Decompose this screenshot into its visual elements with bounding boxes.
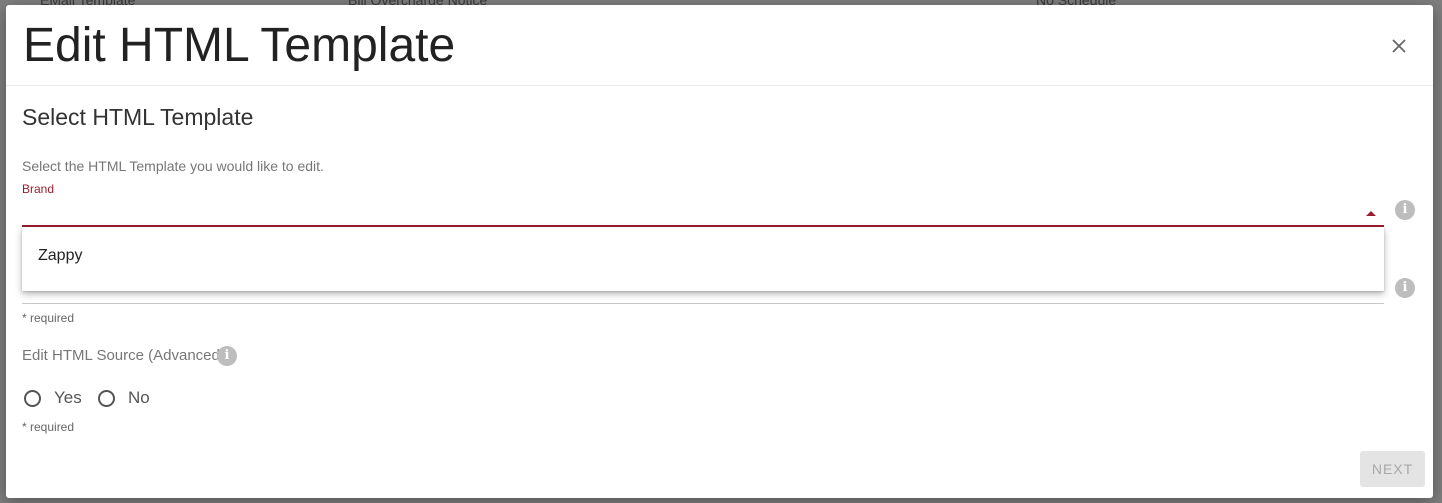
brand-option-zappy[interactable]: Zappy — [22, 241, 1384, 271]
next-button[interactable]: NEXT — [1360, 451, 1425, 487]
required-hint: * required — [22, 311, 75, 325]
radio-no[interactable]: No — [98, 387, 158, 413]
brand-select[interactable] — [22, 199, 1384, 227]
brand-field-label: Brand — [22, 182, 55, 196]
close-icon[interactable] — [1386, 33, 1412, 59]
caret-up-icon — [1366, 211, 1376, 216]
section-title: Select HTML Template — [22, 104, 254, 130]
template-select[interactable] — [22, 303, 1384, 304]
edit-template-dialog: Edit HTML Template Select HTML Template … — [6, 5, 1433, 498]
brand-dropdown-menu: Zappy — [22, 227, 1384, 291]
radio-no-label: No — [128, 388, 150, 407]
info-icon[interactable]: i — [217, 346, 237, 366]
radio-yes-label: Yes — [54, 388, 82, 407]
info-icon[interactable]: i — [1395, 200, 1415, 220]
required-hint: * required — [22, 420, 75, 434]
advanced-edit-label: Edit HTML Source (Advanced) — [22, 347, 225, 364]
radio-circle-icon — [24, 390, 41, 407]
dialog-header: Edit HTML Template — [6, 5, 1433, 86]
instruction-text: Select the HTML Template you would like … — [22, 158, 324, 174]
info-icon[interactable]: i — [1395, 278, 1415, 298]
radio-yes[interactable]: Yes — [24, 387, 84, 413]
radio-circle-icon — [98, 390, 115, 407]
dialog-title: Edit HTML Template — [23, 19, 456, 72]
